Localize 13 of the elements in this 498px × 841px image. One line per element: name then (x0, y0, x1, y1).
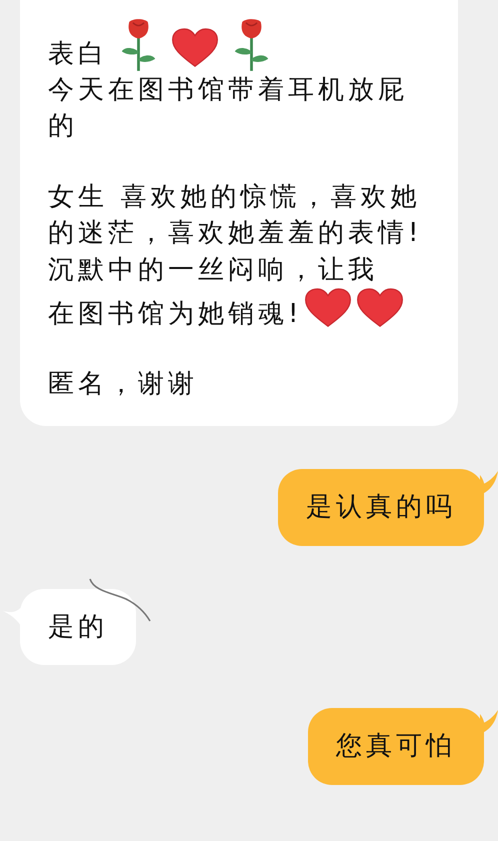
rose-icon (120, 18, 157, 72)
message-text: 在图书馆为她销魂! (48, 298, 302, 331)
rose-icon (233, 18, 270, 72)
message-text: 女生 喜欢她的惊慌，喜欢她的迷茫，喜欢她羞羞的表情!沉默中的一丝闷响，让我 (48, 180, 424, 287)
message-text: 表白 (48, 38, 108, 71)
heart-icon (304, 288, 352, 328)
message-text: 今天在图书馆带着耳机放屁的 (48, 74, 409, 144)
message-text: 匿名，谢谢 (48, 368, 198, 401)
message-text: 是的 (48, 610, 108, 644)
message-text: 是认真的吗 (306, 491, 456, 524)
heart-icon (356, 288, 404, 328)
heart-icon (171, 28, 219, 68)
message-text: 您真可怕 (336, 730, 456, 764)
